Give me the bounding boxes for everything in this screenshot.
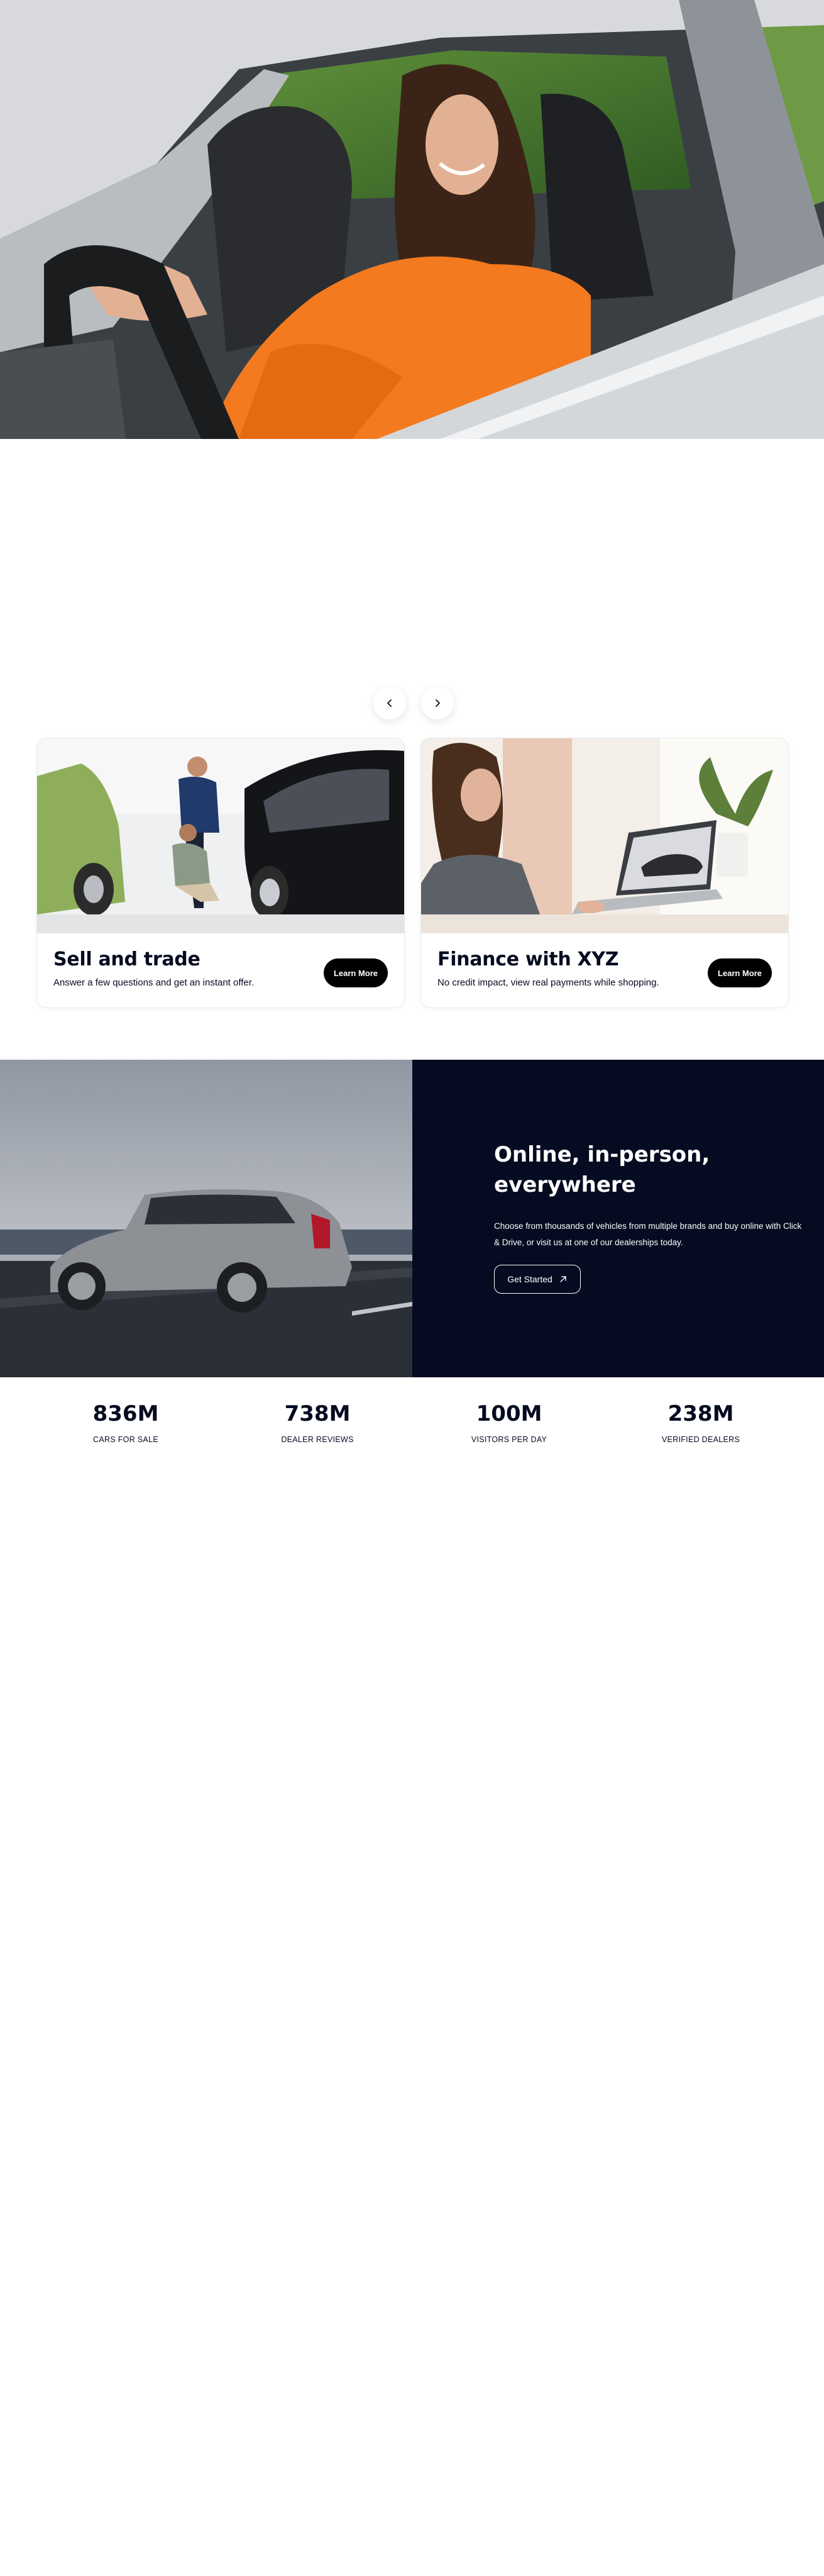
hero-illustration — [0, 0, 824, 439]
card-image-laptop — [421, 738, 788, 933]
stat-label: VERIFIED DEALERS — [661, 1435, 740, 1444]
hero-image — [0, 0, 824, 439]
stat-value: 836M — [92, 1401, 159, 1426]
chevron-right-icon — [436, 699, 440, 707]
online-description: Choose from thousands of vehicles from m… — [494, 1221, 802, 1247]
stat-value: 100M — [476, 1401, 542, 1426]
learn-more-button[interactable]: Learn More — [324, 958, 388, 987]
card-subtitle: Answer a few questions and get an instan… — [53, 977, 255, 988]
card-sell-and-trade[interactable]: Sell and trade Answer a few questions an… — [36, 738, 405, 1008]
get-started-button[interactable]: Get Started — [494, 1265, 581, 1294]
card-subtitle: No credit impact, view real payments whi… — [437, 977, 659, 988]
stat-label: CARS FOR SALE — [93, 1435, 158, 1444]
carousel-next-button[interactable] — [421, 687, 454, 719]
get-started-label: Get Started — [507, 1274, 552, 1284]
learn-more-button[interactable]: Learn More — [708, 958, 772, 987]
stat-cars-for-sale: 836M CARS FOR SALE — [31, 1401, 220, 1444]
arrow-up-right-icon — [560, 1276, 566, 1282]
card-title: Finance with XYZ — [437, 948, 619, 970]
stat-label: VISITORS PER DAY — [471, 1435, 547, 1444]
stat-label: DEALER REVIEWS — [281, 1435, 354, 1444]
stat-value: 738M — [284, 1401, 351, 1426]
stat-value: 238M — [667, 1401, 734, 1426]
finance-illustration — [421, 738, 788, 933]
stat-verified-dealers: 238M VERIFIED DEALERS — [607, 1401, 795, 1444]
suv-image — [0, 1060, 412, 1377]
stat-dealer-reviews: 738M DEALER REVIEWS — [223, 1401, 412, 1444]
chevron-left-icon — [387, 699, 392, 707]
card-image-showroom — [37, 738, 404, 933]
online-title: Online, in-person, everywhere — [494, 1142, 710, 1197]
suv-illustration — [0, 1060, 412, 1377]
card-title: Sell and trade — [53, 948, 201, 970]
stat-visitors-per-day: 100M VISITORS PER DAY — [415, 1401, 603, 1444]
card-finance[interactable]: Finance with XYZ No credit impact, view … — [420, 738, 789, 1008]
online-section: Online, in-person, everywhere Choose fro… — [412, 1060, 824, 1377]
showroom-illustration — [37, 738, 404, 933]
carousel-prev-button[interactable] — [373, 687, 406, 719]
